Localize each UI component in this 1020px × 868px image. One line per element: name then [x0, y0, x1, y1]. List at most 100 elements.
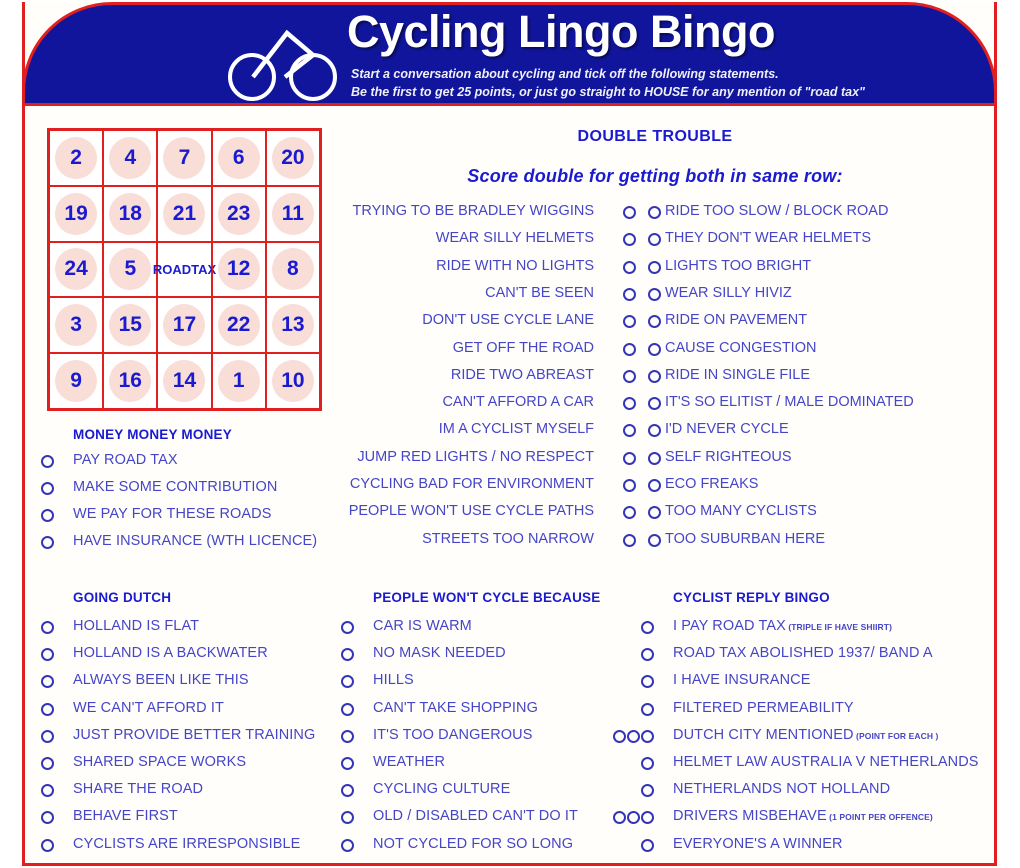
- double-trouble-left-bullet[interactable]: [623, 369, 636, 383]
- double-trouble-left-bullet[interactable]: [623, 533, 636, 547]
- cyclist-reply-item-bullet[interactable]: [641, 811, 654, 825]
- bingo-cell[interactable]: 6: [211, 130, 266, 186]
- going-dutch-item-bullet[interactable]: [41, 784, 54, 798]
- double-trouble-right-bullet[interactable]: [648, 369, 661, 383]
- bingo-cell[interactable]: 2: [49, 130, 104, 186]
- money-item-label: WE PAY FOR THESE ROADS: [73, 506, 272, 522]
- going-dutch-item-bullet[interactable]: [41, 702, 54, 716]
- bingo-cell[interactable]: 12: [211, 241, 266, 298]
- double-trouble-right-bullet[interactable]: [648, 233, 661, 247]
- bingo-cell[interactable]: 23: [211, 185, 266, 242]
- double-trouble-right-bullet[interactable]: [648, 533, 661, 547]
- double-trouble-right-bullet[interactable]: [648, 506, 661, 520]
- cyclist-reply-item-bullet[interactable]: [641, 784, 654, 798]
- double-trouble-left-bullet[interactable]: [623, 206, 636, 219]
- bingo-cell[interactable]: 22: [211, 297, 266, 354]
- wont-cycle-item-label: IT'S TOO DANGEROUS: [373, 726, 533, 743]
- bingo-cell[interactable]: 4: [103, 130, 158, 186]
- wont-cycle-item-label: NO MASK NEEDED: [373, 645, 506, 662]
- going-dutch-item-bullet[interactable]: [41, 648, 54, 662]
- bingo-cell[interactable]: 19: [49, 185, 104, 242]
- bingo-cell[interactable]: 7: [157, 130, 212, 186]
- double-trouble-right-bullet[interactable]: [648, 342, 661, 356]
- cyclist-reply-item-bullet[interactable]: [641, 675, 654, 689]
- wont-cycle-item-bullet[interactable]: [341, 621, 354, 634]
- double-trouble-right-bullet[interactable]: [648, 206, 661, 219]
- bingo-cell[interactable]: 16: [103, 353, 158, 409]
- going-dutch-item-bullet[interactable]: [41, 811, 54, 825]
- wont-cycle-item-bullet[interactable]: [341, 811, 354, 825]
- cyclist-reply-item-bullet[interactable]: [641, 621, 654, 634]
- bingo-cell[interactable]: 3: [49, 297, 104, 354]
- bingo-cell[interactable]: 11: [265, 185, 320, 242]
- double-trouble-left-bullet[interactable]: [623, 315, 636, 329]
- cyclist-reply-item-bullet[interactable]: [613, 811, 626, 825]
- cyclist-reply-item-bullet[interactable]: [641, 838, 654, 852]
- double-trouble-left-bullet[interactable]: [623, 233, 636, 247]
- wont-cycle-item-bullet[interactable]: [341, 838, 354, 852]
- bingo-cell[interactable]: 21: [157, 185, 212, 242]
- bingo-cell[interactable]: ROAD TAX: [153, 241, 216, 298]
- double-trouble-right-label: RIDE IN SINGLE FILE: [665, 366, 811, 383]
- bingo-number: 16: [109, 360, 152, 403]
- wont-cycle-item-bullet[interactable]: [341, 729, 354, 743]
- double-trouble-left-bullet[interactable]: [623, 451, 636, 465]
- double-trouble-right-bullet[interactable]: [648, 315, 661, 329]
- bingo-cell[interactable]: 15: [103, 297, 158, 354]
- double-trouble-right-bullet[interactable]: [648, 397, 661, 411]
- wont-cycle-item-bullet[interactable]: [341, 702, 354, 716]
- going-dutch-item-bullet[interactable]: [41, 621, 54, 634]
- money-item-bullet[interactable]: [41, 536, 54, 549]
- double-trouble-left-bullet[interactable]: [623, 397, 636, 411]
- cyclist-reply-item-label: I PAY ROAD TAX (TRIPLE IF HAVE SHIIRT): [673, 618, 893, 634]
- double-trouble-right-bullet[interactable]: [648, 424, 661, 438]
- double-trouble-left-bullet[interactable]: [623, 424, 636, 438]
- double-trouble-right-bullet[interactable]: [648, 479, 661, 492]
- double-trouble-left-bullet[interactable]: [623, 479, 636, 492]
- double-trouble-left-bullet[interactable]: [623, 260, 636, 274]
- double-trouble-left-bullet[interactable]: [623, 506, 636, 520]
- double-trouble-subtitle: Score double for getting both in same ro…: [467, 166, 843, 186]
- cyclist-reply-item-bullet[interactable]: [627, 729, 640, 743]
- bingo-cell[interactable]: 1: [211, 353, 266, 409]
- wont-cycle-item-bullet[interactable]: [341, 784, 354, 798]
- bingo-cell[interactable]: 10: [265, 353, 320, 409]
- bingo-cell[interactable]: 9: [49, 353, 104, 409]
- bingo-cell[interactable]: 24: [49, 241, 104, 298]
- bingo-cell[interactable]: 17: [157, 297, 212, 354]
- going-dutch-item-label: WE CAN'T AFFORD IT: [73, 699, 224, 716]
- cyclist-reply-item-bullet[interactable]: [627, 811, 640, 825]
- wont-cycle-item-bullet[interactable]: [341, 648, 354, 662]
- bingo-cell[interactable]: 5: [103, 241, 158, 298]
- wont-cycle-item-bullet[interactable]: [341, 757, 354, 770]
- bingo-cell[interactable]: 14: [157, 353, 212, 409]
- cyclist-reply-item-bullet[interactable]: [641, 729, 654, 743]
- bingo-grid[interactable]: 2 4 7 6 20 19 18 21 23 11 24 5 ROAD TAX 12 8 3 15 17 22 13 9 1…: [47, 128, 322, 411]
- bingo-cell[interactable]: 8: [265, 241, 320, 298]
- cyclist-reply-item-bullet[interactable]: [641, 702, 654, 716]
- double-trouble-right-bullet[interactable]: [648, 287, 661, 301]
- going-dutch-item-bullet[interactable]: [41, 729, 54, 743]
- double-trouble-left-bullet[interactable]: [623, 287, 636, 301]
- money-item-label: MAKE SOME CONTRIBUTION: [73, 479, 278, 495]
- bingo-number: 23: [217, 192, 260, 235]
- double-trouble-right-bullet[interactable]: [648, 260, 661, 274]
- double-trouble-left-bullet[interactable]: [623, 342, 636, 356]
- double-trouble-right-bullet[interactable]: [648, 451, 661, 465]
- going-dutch-item-bullet[interactable]: [41, 675, 54, 689]
- bingo-cell[interactable]: 18: [103, 185, 158, 242]
- cyclist-reply-item-bullet[interactable]: [641, 757, 654, 770]
- money-item-label: HAVE INSURANCE (WTH LICENCE): [73, 533, 318, 549]
- double-trouble-right-label: WEAR SILLY HIVIZ: [665, 284, 792, 301]
- money-item-bullet[interactable]: [41, 455, 54, 468]
- going-dutch-item-bullet[interactable]: [41, 838, 54, 852]
- bingo-cell[interactable]: 13: [265, 297, 320, 354]
- going-dutch-item-label: CYCLISTS ARE IRRESPONSIBLE: [73, 835, 301, 852]
- going-dutch-item-bullet[interactable]: [41, 757, 54, 770]
- cyclist-reply-item-bullet[interactable]: [613, 729, 626, 743]
- cyclist-reply-item-bullet[interactable]: [641, 648, 654, 662]
- money-item-bullet[interactable]: [41, 509, 54, 522]
- money-item-bullet[interactable]: [41, 482, 54, 495]
- wont-cycle-item-bullet[interactable]: [341, 675, 354, 689]
- bingo-cell[interactable]: 20: [265, 130, 320, 186]
